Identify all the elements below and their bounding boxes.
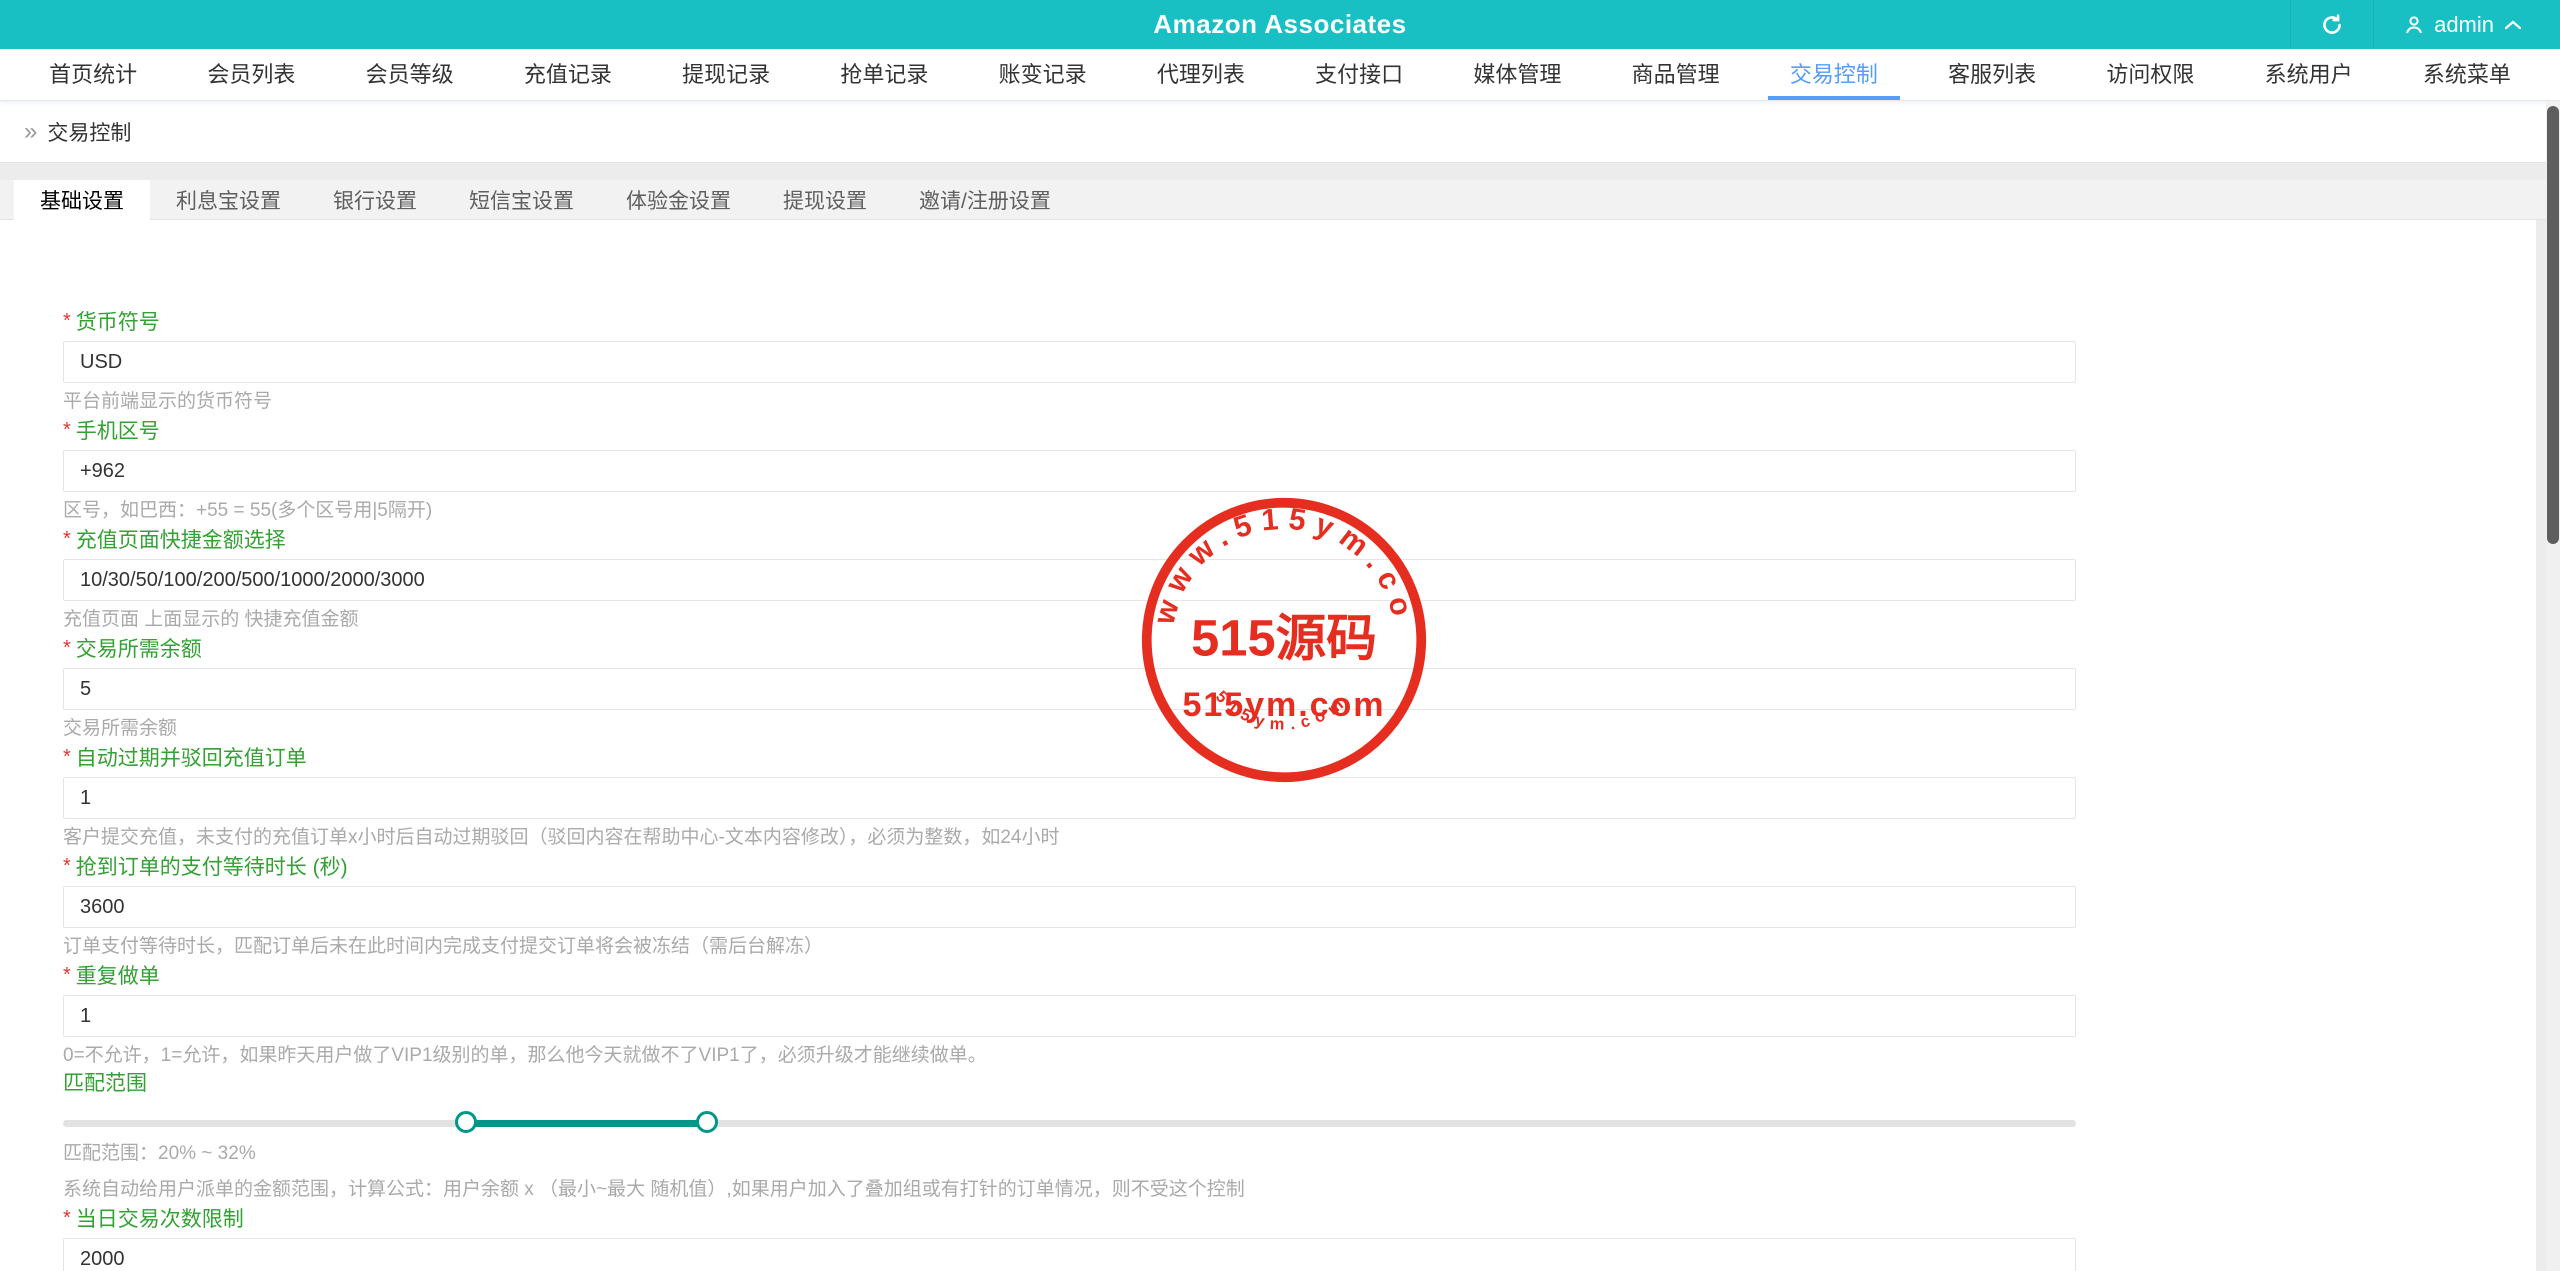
field-input[interactable] bbox=[63, 995, 2076, 1037]
slider-track[interactable] bbox=[63, 1120, 2076, 1127]
required-asterisk: * bbox=[63, 964, 71, 986]
subtab[interactable]: 基础设置 bbox=[14, 180, 150, 220]
field-label: 货币符号 bbox=[76, 311, 160, 334]
user-icon bbox=[2402, 13, 2426, 37]
form-field: *交易所需余额交易所需余额 bbox=[63, 635, 2076, 740]
required-asterisk: * bbox=[63, 637, 71, 659]
field-input[interactable] bbox=[63, 777, 2076, 819]
user-menu[interactable]: admin bbox=[2373, 0, 2550, 49]
subtab-bar: 基础设置利息宝设置银行设置短信宝设置体验金设置提现设置邀请/注册设置 bbox=[0, 180, 2560, 220]
field-helper: 充值页面 上面显示的 快捷充值金额 bbox=[63, 609, 2076, 631]
breadcrumb-label: 交易控制 bbox=[47, 117, 131, 147]
app-title: Amazon Associates bbox=[0, 0, 2560, 49]
refresh-button[interactable] bbox=[2290, 0, 2373, 49]
field-input[interactable] bbox=[63, 450, 2076, 492]
settings-form: *货币符号平台前端显示的货币符号*手机区号区号，如巴西：+55 = 55(多个区… bbox=[0, 220, 2536, 1271]
slider-handle-min[interactable] bbox=[455, 1111, 477, 1133]
field-label: 手机区号 bbox=[76, 420, 160, 443]
nav-tab[interactable]: 账变记录 bbox=[977, 49, 1109, 100]
field-label-row: *自动过期并驳回充值订单 bbox=[63, 744, 2076, 772]
nav-tab[interactable]: 抢单记录 bbox=[818, 49, 950, 100]
field-label-row: *抢到订单的支付等待时长 (秒) bbox=[63, 853, 2076, 881]
field-label-row: *当日交易次数限制 bbox=[63, 1205, 2076, 1233]
field-helper-secondary: 系统自动给用户派单的金额范围，计算公式：用户余额 x （最小~最大 随机值）,如… bbox=[63, 1179, 2076, 1201]
nav-tab[interactable]: 充值记录 bbox=[502, 49, 634, 100]
user-name: admin bbox=[2434, 12, 2494, 38]
field-helper: 客户提交充值，未支付的充值订单x小时后自动过期驳回（驳回内容在帮助中心-文本内容… bbox=[63, 827, 2076, 849]
slider-fill bbox=[466, 1120, 708, 1127]
subtab[interactable]: 利息宝设置 bbox=[150, 180, 307, 219]
nav-tab[interactable]: 提现记录 bbox=[660, 49, 792, 100]
field-label-row: *重复做单 bbox=[63, 962, 2076, 990]
field-helper: 订单支付等待时长，匹配订单后未在此时间内完成支付提交订单将会被冻结（需后台解冻） bbox=[63, 936, 2076, 958]
header-actions: admin bbox=[2290, 0, 2550, 49]
field-input[interactable] bbox=[63, 341, 2076, 383]
refresh-icon bbox=[2319, 12, 2345, 38]
subtab[interactable]: 短信宝设置 bbox=[443, 180, 600, 219]
subtab[interactable]: 体验金设置 bbox=[600, 180, 757, 219]
nav-tab[interactable]: 会员列表 bbox=[185, 49, 317, 100]
field-input[interactable] bbox=[63, 668, 2076, 710]
nav-tab[interactable]: 交易控制 bbox=[1768, 49, 1900, 100]
app-root: Amazon Associates admin bbox=[0, 0, 2560, 1271]
nav-tab[interactable]: 首页统计 bbox=[27, 49, 159, 100]
required-asterisk: * bbox=[63, 310, 71, 332]
main-nav: 首页统计会员列表会员等级充值记录提现记录抢单记录账变记录代理列表支付接口媒体管理… bbox=[0, 49, 2560, 101]
subtab[interactable]: 提现设置 bbox=[757, 180, 893, 219]
form-field: 匹配范围匹配范围：20% ~ 32% 系统自动给用户派单的金额范围，计算公式：用户… bbox=[63, 1071, 2076, 1201]
field-helper: 0=不允许，1=允许，如果昨天用户做了VIP1级别的单，那么他今天就做不了VIP… bbox=[63, 1045, 2076, 1067]
form-field: *当日交易次数限制当日交易次数限制 bbox=[63, 1205, 2076, 1271]
field-label-row: *交易所需余额 bbox=[63, 635, 2076, 663]
app-header: Amazon Associates admin bbox=[0, 0, 2560, 49]
field-helper: 交易所需余额 bbox=[63, 718, 2076, 740]
form-field: *货币符号平台前端显示的货币符号 bbox=[63, 308, 2076, 413]
nav-tab[interactable]: 会员等级 bbox=[344, 49, 476, 100]
field-label: 匹配范围 bbox=[63, 1072, 147, 1095]
field-label-row: *充值页面快捷金额选择 bbox=[63, 526, 2076, 554]
nav-tab[interactable]: 支付接口 bbox=[1293, 49, 1425, 100]
nav-tab[interactable]: 媒体管理 bbox=[1451, 49, 1583, 100]
subtab[interactable]: 邀请/注册设置 bbox=[893, 180, 1077, 219]
required-asterisk: * bbox=[63, 746, 71, 768]
nav-tab[interactable]: 代理列表 bbox=[1135, 49, 1267, 100]
nav-tab[interactable]: 访问权限 bbox=[2084, 49, 2216, 100]
page-scrollbar[interactable] bbox=[2546, 101, 2560, 1271]
subtab[interactable]: 银行设置 bbox=[307, 180, 443, 219]
form-field: *手机区号区号，如巴西：+55 = 55(多个区号用|5隔开) bbox=[63, 417, 2076, 522]
field-label: 重复做单 bbox=[76, 965, 160, 988]
field-label: 当日交易次数限制 bbox=[76, 1208, 244, 1231]
field-label: 自动过期并驳回充值订单 bbox=[76, 747, 307, 770]
field-label-row: *货币符号 bbox=[63, 308, 2076, 336]
required-asterisk: * bbox=[63, 528, 71, 550]
field-label-row: 匹配范围 bbox=[63, 1071, 2076, 1097]
field-helper: 区号，如巴西：+55 = 55(多个区号用|5隔开) bbox=[63, 500, 2076, 522]
slider-handle-max[interactable] bbox=[696, 1111, 718, 1133]
range-slider[interactable] bbox=[63, 1111, 2076, 1135]
nav-tab[interactable]: 系统菜单 bbox=[2401, 49, 2533, 100]
form-field: *充值页面快捷金额选择充值页面 上面显示的 快捷充值金额 bbox=[63, 526, 2076, 631]
page-gap bbox=[0, 163, 2560, 180]
field-label-row: *手机区号 bbox=[63, 417, 2076, 445]
form-field: *重复做单 0=不允许，1=允许，如果昨天用户做了VIP1级别的单，那么他今天就做… bbox=[63, 962, 2076, 1067]
field-input[interactable] bbox=[63, 886, 2076, 928]
form-field: *抢到订单的支付等待时长 (秒) 订单支付等待时长，匹配订单后未在此时间内完成支付… bbox=[63, 853, 2076, 958]
field-label: 抢到订单的支付等待时长 (秒) bbox=[76, 856, 348, 879]
form-field: *自动过期并驳回充值订单客户提交充值，未支付的充值订单x小时后自动过期驳回（驳回… bbox=[63, 744, 2076, 849]
nav-tab[interactable]: 系统用户 bbox=[2243, 49, 2375, 100]
field-helper: 平台前端显示的货币符号 bbox=[63, 391, 2076, 413]
field-label: 充值页面快捷金额选择 bbox=[76, 529, 286, 552]
field-input[interactable] bbox=[63, 559, 2076, 601]
breadcrumb-arrow-icon: » bbox=[24, 118, 37, 146]
chevron-up-icon bbox=[2504, 19, 2522, 31]
required-asterisk: * bbox=[63, 1207, 71, 1229]
scrollbar-thumb[interactable] bbox=[2547, 106, 2559, 544]
field-label: 交易所需余额 bbox=[76, 638, 202, 661]
field-helper: 匹配范围：20% ~ 32% bbox=[63, 1143, 2076, 1165]
required-asterisk: * bbox=[63, 419, 71, 441]
required-asterisk: * bbox=[63, 855, 71, 877]
nav-tab[interactable]: 客服列表 bbox=[1926, 49, 2058, 100]
nav-tab[interactable]: 商品管理 bbox=[1610, 49, 1742, 100]
breadcrumb: » 交易控制 bbox=[0, 101, 2560, 163]
field-input[interactable] bbox=[63, 1238, 2076, 1271]
